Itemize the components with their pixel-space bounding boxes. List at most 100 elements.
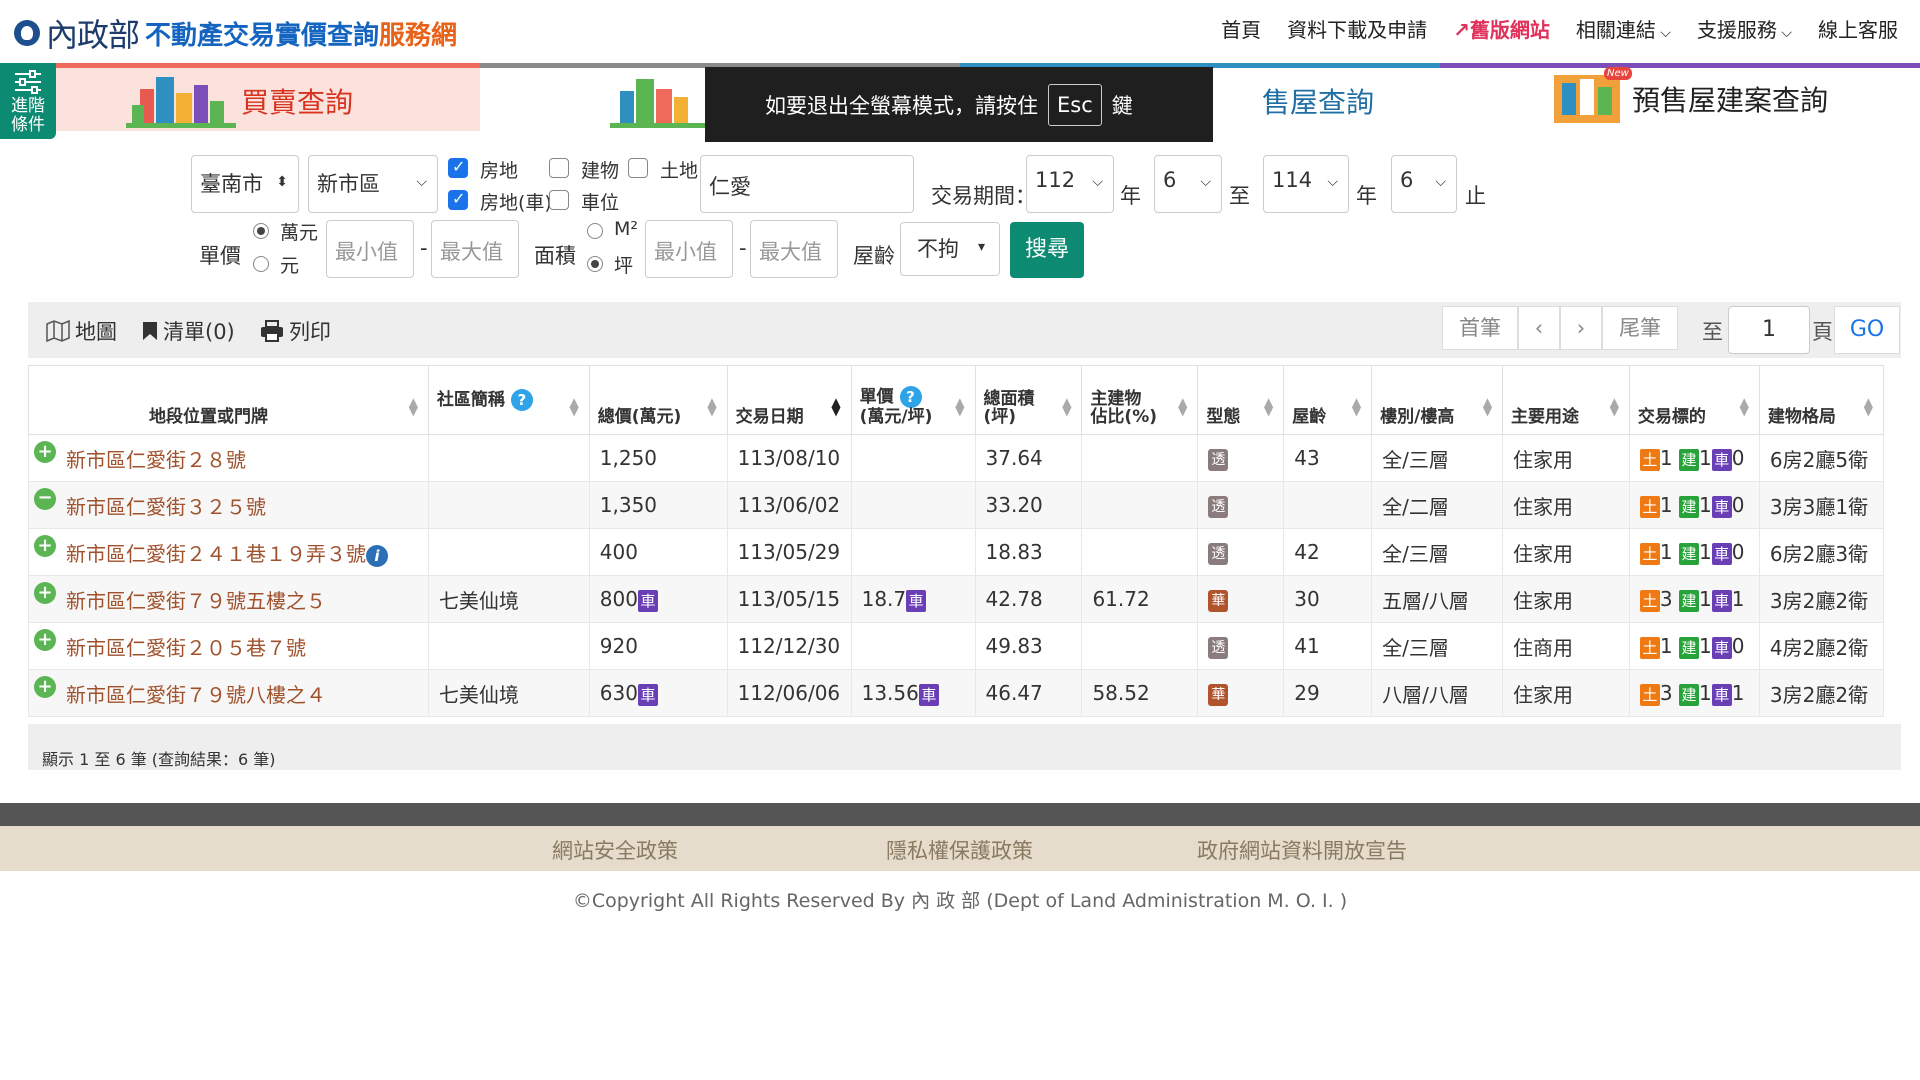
end-month-select[interactable]: 6 ⌵ <box>1391 155 1457 213</box>
unit-price-min-input[interactable]: 最小值 <box>326 220 414 278</box>
chevron-down-icon: ⌵ <box>1327 174 1338 190</box>
building-checkbox[interactable] <box>549 158 569 178</box>
tab-sale-label: 買賣查詢 <box>241 86 354 119</box>
chevron-down-icon: ⌵ <box>1092 174 1103 190</box>
col-type[interactable]: 型態 ▲ ▼ <box>1197 365 1285 435</box>
col-floor[interactable]: 樓別/樓高 ▲ ▼ <box>1371 365 1504 435</box>
start-year-select[interactable]: 112 ⌵ <box>1026 155 1114 213</box>
table-row[interactable]: + 新市區仁愛街７９號八樓之４ 七美仙境 630 車 112/06/06 13.56… <box>28 669 1885 717</box>
collapse-icon[interactable]: − <box>34 487 56 510</box>
search-button[interactable]: 搜尋 <box>1010 222 1084 278</box>
footer-link-security[interactable]: 網站安全政策 <box>552 835 678 865</box>
chevron-down-icon: ⌵ <box>1435 174 1446 190</box>
expand-icon[interactable]: + <box>34 581 56 604</box>
site-logo[interactable]: 內政部 不動產交易實價查詢 服務網 <box>14 10 457 56</box>
start-month-select[interactable]: 6 ⌵ <box>1154 155 1222 213</box>
ministry-emblem-icon <box>14 20 40 46</box>
sort-icon: ▲ ▼ <box>1178 395 1188 418</box>
table-row[interactable]: − 新市區仁愛街３２５號 1,350 113/06/02 33.20 透 全/二層… <box>28 481 1885 529</box>
area-m2-radio[interactable] <box>587 223 603 239</box>
house-age-select[interactable]: 不拘 ▾ <box>900 222 1000 276</box>
nav-download[interactable]: 資料下載及申請 <box>1287 14 1427 43</box>
table-row[interactable]: + 新市區仁愛街７９號五樓之５ 七美仙境 800 車 113/05/15 18.7 車… <box>28 575 1885 623</box>
parking-checkbox[interactable] <box>549 190 569 210</box>
city-select[interactable]: 臺南市 ⬍ <box>191 155 299 213</box>
unit-price-max-input[interactable]: 最大值 <box>431 220 519 278</box>
unit-wan-radio[interactable] <box>253 223 269 239</box>
sort-icon: ▲ ▼ <box>1863 395 1873 418</box>
list-button[interactable]: 清單(0) <box>142 316 235 346</box>
last-page-button[interactable]: 尾筆 <box>1602 306 1678 350</box>
table-row[interactable]: + 新市區仁愛街２４１巷１９弄３號 i 400 113/05/29 18.83 透 … <box>28 528 1885 576</box>
expand-icon[interactable]: + <box>34 628 56 651</box>
ministry-name: 內政部 <box>46 16 140 54</box>
table-row[interactable]: + 新市區仁愛街２８號 1,250 113/08/10 37.64 透 43 全/… <box>28 434 1885 482</box>
building-badge: 建 <box>1679 495 1700 518</box>
first-page-button[interactable]: 首筆 <box>1442 306 1518 350</box>
table-row[interactable]: + 新市區仁愛街２０５巷７號 920 112/12/30 49.83 透 41 全… <box>28 622 1885 670</box>
area-ping-radio[interactable] <box>587 256 603 272</box>
footer-divider <box>0 803 1920 826</box>
sort-icon: ▲ ▼ <box>408 395 418 418</box>
type-badge: 透 <box>1208 637 1229 659</box>
col-unit-price[interactable]: 單價 ? (萬元/坪) ▲ ▼ <box>850 365 976 435</box>
col-main-building[interactable]: 主建物 佔比(%) ▲ ▼ <box>1081 365 1199 435</box>
chevron-down-icon: ⌵ <box>1776 25 1792 41</box>
site-title-accent: 服務網 <box>379 20 458 51</box>
nav-old-site[interactable]: ↗舊版網站 <box>1453 14 1550 43</box>
next-page-button[interactable]: › <box>1560 306 1602 350</box>
unit-yuan-radio[interactable] <box>253 256 269 272</box>
tab-presale-query[interactable]: New 預售屋建案查詢 <box>1440 63 1920 131</box>
parking-included-badge: 車 <box>906 589 927 612</box>
print-icon <box>261 320 283 342</box>
keyword-input[interactable]: 仁愛 <box>700 155 914 213</box>
expand-icon[interactable]: + <box>34 675 56 698</box>
type-badge: 華 <box>1208 684 1229 706</box>
col-community[interactable]: 社區簡稱 ? ▲ ▼ <box>427 365 590 435</box>
nav-support[interactable]: 支援服務 ⌵ <box>1697 14 1792 43</box>
nav-online-service[interactable]: 線上客服 <box>1818 14 1898 43</box>
col-main-use[interactable]: 主要用途 ▲ ▼ <box>1502 365 1630 435</box>
end-year-select[interactable]: 114 ⌵ <box>1263 155 1349 213</box>
expand-icon[interactable]: + <box>34 534 56 557</box>
results-table: 地段位置或門牌 ▲ ▼ 社區簡稱 ? ▲ ▼ 總價(萬元) ▲ ▼ 交易日期 ▲ ▼ 單價 ?(… <box>28 365 1885 717</box>
col-trade-date[interactable]: 交易日期 ▲ ▼ <box>726 365 852 435</box>
col-trade-target[interactable]: 交易標的 ▲ ▼ <box>1628 365 1760 435</box>
col-total-price[interactable]: 總價(萬元) ▲ ▼ <box>588 365 728 435</box>
nav-home[interactable]: 首頁 <box>1221 14 1261 43</box>
house-land-car-checkbox[interactable] <box>448 189 468 210</box>
info-icon[interactable]: i <box>366 544 388 567</box>
land-checkbox[interactable] <box>628 158 648 178</box>
area-min-input[interactable]: 最小值 <box>645 220 733 278</box>
col-age[interactable]: 屋齡 ▲ ▼ <box>1283 365 1373 435</box>
help-icon[interactable]: ? <box>899 386 922 408</box>
col-total-area[interactable]: 總面積 (坪) ▲ ▼ <box>974 365 1083 435</box>
caret-down-icon: ▾ <box>977 239 985 255</box>
city-buildings-icon <box>126 77 236 128</box>
nav-related-links[interactable]: 相關連結 ⌵ <box>1576 14 1671 43</box>
help-icon[interactable]: ? <box>510 389 533 411</box>
tab-presale-label: 預售屋建案查詢 <box>1632 84 1829 117</box>
expand-icon[interactable]: + <box>34 440 56 463</box>
print-button[interactable]: 列印 <box>260 316 331 346</box>
prev-page-button[interactable]: ‹ <box>1518 306 1560 350</box>
house-land-checkbox[interactable] <box>448 157 468 178</box>
land-badge: 土 <box>1639 636 1660 659</box>
footer-link-privacy[interactable]: 隱私權保護政策 <box>886 835 1033 865</box>
land-badge: 土 <box>1639 448 1660 471</box>
map-button[interactable]: 地圖 <box>46 316 117 346</box>
rent-buildings-icon <box>610 79 710 128</box>
district-select[interactable]: 新市區 ⌵ <box>308 155 438 213</box>
go-button[interactable]: GO <box>1834 306 1900 354</box>
footer-link-open-data[interactable]: 政府網站資料開放宣告 <box>1197 835 1407 865</box>
page-number-input[interactable]: 1 <box>1728 306 1810 354</box>
fullscreen-exit-toast: 如要退出全螢幕模式，請按住 Esc 鍵 <box>705 67 1213 142</box>
area-max-input[interactable]: 最大值 <box>750 220 838 278</box>
type-badge: 透 <box>1208 543 1229 565</box>
advanced-conditions-button[interactable]: 進階 條件 <box>0 63 56 139</box>
tab-sale-query[interactable]: 買賣查詢 <box>56 63 480 131</box>
col-address[interactable]: 地段位置或門牌 ▲ ▼ <box>28 365 429 435</box>
map-icon <box>46 320 70 342</box>
sliders-icon <box>15 70 41 94</box>
col-layout[interactable]: 建物格局 ▲ ▼ <box>1758 365 1885 435</box>
